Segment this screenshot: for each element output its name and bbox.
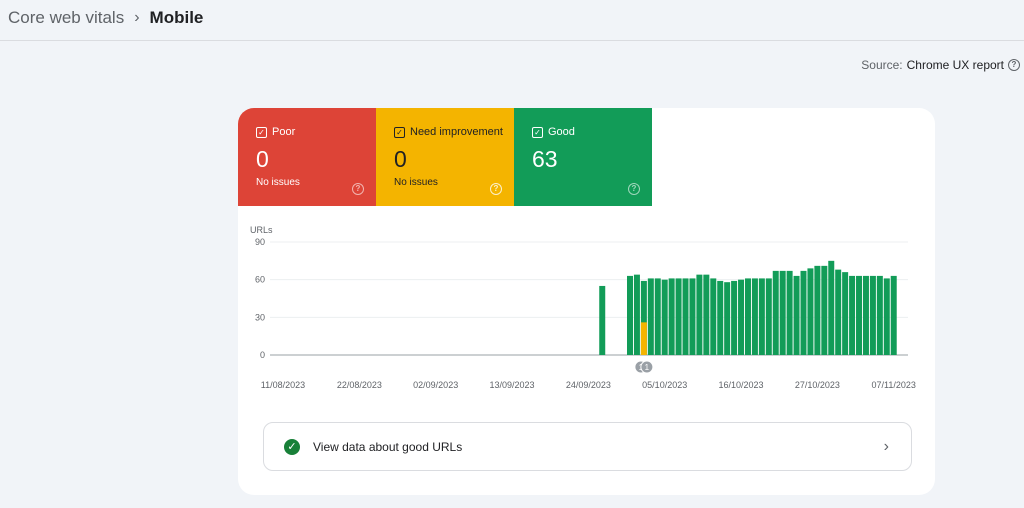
bar [717,280,724,355]
bar [689,278,696,355]
chevron-right-icon: › [134,9,140,26]
bar [640,322,647,355]
tile-sub: No issues [394,177,438,188]
help-icon[interactable]: ? [352,183,364,195]
bar [772,270,779,355]
bar [599,285,606,355]
tile-count: 63 [532,146,558,172]
tile-label: Need improvement [410,126,503,138]
bar [828,260,835,355]
bar [751,278,758,355]
check-circle-icon: ✓ [284,438,300,455]
bar [862,275,869,355]
help-icon[interactable]: ? [490,183,502,195]
summary-card: ✓ Poor 0 No issues ? ✓ Need improvement 0 … [238,108,935,495]
bar [758,278,765,355]
x-tick-label: 02/09/2023 [413,380,458,390]
bar [731,280,738,355]
y-tick-label: 60 [255,275,265,285]
bar [633,274,640,355]
checkbox-icon[interactable]: ✓ [256,126,267,138]
x-tick-label: 27/10/2023 [795,380,840,390]
source: Source: Chrome UX report ? [861,58,1020,72]
header: Core web vitals › Mobile [0,0,1024,41]
checkbox-icon[interactable]: ✓ [394,126,405,138]
annotation-label: 1 [645,363,650,372]
bar [738,279,745,355]
bar [668,278,675,355]
bar [807,268,814,355]
x-tick-label: 07/11/2023 [872,380,916,390]
tile-count: 0 [394,146,407,172]
help-icon[interactable]: ? [1008,59,1020,71]
bar [703,274,710,355]
y-axis-label: URLs [250,225,273,235]
bar [627,275,633,355]
bar [842,272,849,355]
help-icon[interactable]: ? [628,183,640,195]
bar [876,275,883,355]
y-tick-label: 90 [255,237,265,247]
tile-good[interactable]: ✓ Good 63 ? [514,108,652,206]
y-tick-label: 0 [260,350,265,360]
bar [849,275,856,355]
bar [856,275,863,355]
breadcrumb: Core web vitals › Mobile [8,8,203,28]
tile-poor[interactable]: ✓ Poor 0 No issues ? [238,108,376,206]
tile-label: Poor [272,126,296,138]
checkbox-icon[interactable]: ✓ [532,126,543,138]
x-tick-label: 24/09/2023 [566,380,611,390]
x-tick-label: 16/10/2023 [719,380,764,390]
source-label: Source: [861,58,903,72]
bar [765,278,772,355]
bar [835,269,842,355]
bar [744,278,751,355]
bar [696,274,703,355]
bar [779,270,786,355]
bar [821,265,828,355]
x-tick-label: 05/10/2023 [642,380,687,390]
bar [890,275,897,355]
breadcrumb-parent[interactable]: Core web vitals [8,8,124,28]
bar [814,265,821,355]
bar [647,278,654,355]
bar [661,279,668,355]
bar [786,270,793,355]
bar [800,270,807,355]
link-label: View data about good URLs [313,439,463,454]
bar [869,275,876,355]
x-tick-label: 22/08/2023 [337,380,382,390]
bar [710,278,717,355]
bar [883,278,890,355]
y-tick-label: 30 [255,312,265,322]
x-tick-label: 11/08/2023 [261,380,305,390]
urls-chart: URLs 0 30 60 90 11/08/2023 22/08/2023 02/09/202… [250,225,916,390]
tile-need-improvement[interactable]: ✓ Need improvement 0 No issues ? [376,108,514,206]
tile-label: Good [548,126,575,138]
chevron-right-icon: › [883,437,889,455]
bar [675,278,682,355]
bar [793,275,800,355]
x-tick-label: 13/09/2023 [489,380,534,390]
page-title: Mobile [149,8,204,27]
view-good-urls-button[interactable]: ✓ View data about good URLs › [263,422,912,471]
bar [724,282,731,355]
tile-sub: No issues [256,177,300,188]
tile-count: 0 [256,146,269,172]
source-value: Chrome UX report [906,58,1004,72]
bar [654,278,661,355]
bar [682,278,689,355]
